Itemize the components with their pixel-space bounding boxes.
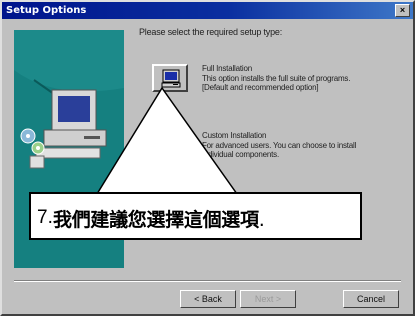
note-period: . [258,209,265,231]
back-button[interactable]: < Back [180,290,236,308]
note-number: 7. [37,207,53,228]
next-button[interactable]: Next > [240,290,296,308]
callout-pointer [95,86,239,195]
annotation-note: 7. 我們建議您選擇這個選項. [29,192,362,240]
button-separator [14,280,401,282]
note-main: 我們建議您選擇這個選項 [53,209,259,231]
note-text: 我們建議您選擇這個選項. [53,205,265,232]
cancel-button[interactable]: Cancel [343,290,399,308]
setup-options-dialog: Setup Options × Please select the requir… [0,0,415,316]
